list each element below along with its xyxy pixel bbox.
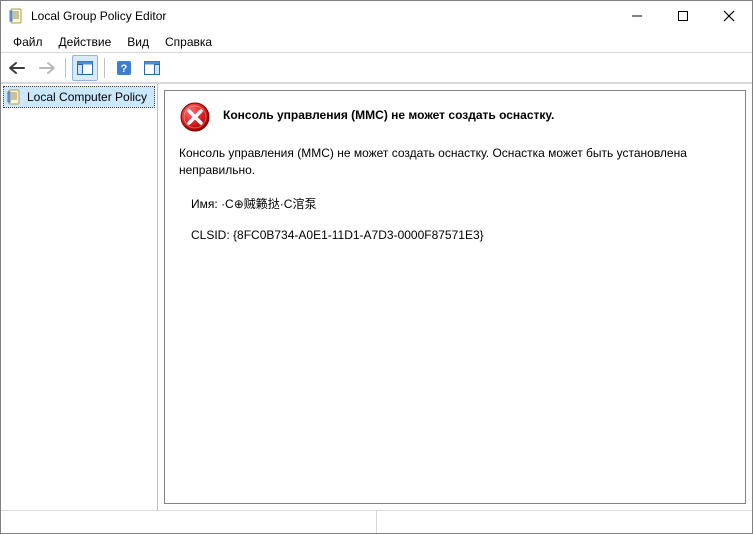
show-hide-action-pane-button[interactable] [139, 55, 165, 81]
error-name-row: Имя: ·С⊕贼籁挞·С涫泵 [191, 196, 731, 213]
app-icon [9, 8, 25, 24]
menubar: Файл Действие Вид Справка [1, 31, 752, 53]
close-button[interactable] [706, 1, 752, 31]
window-controls [614, 1, 752, 31]
menu-view[interactable]: Вид [119, 33, 157, 51]
error-name-value: ·С⊕贼籁挞·С涫泵 [221, 197, 316, 211]
error-panel: Консоль управления (MMC) не может создат… [164, 90, 746, 504]
menu-help[interactable]: Справка [157, 33, 220, 51]
content-area: Local Computer Policy [1, 83, 752, 510]
error-header: Консоль управления (MMC) не может создат… [179, 101, 731, 133]
tree-item-label: Local Computer Policy [27, 90, 147, 104]
error-icon [179, 101, 211, 133]
window-title: Local Group Policy Editor [31, 9, 614, 23]
error-clsid-value: {8FC0B734-A0E1-11D1-A7D3-0000F87571E3} [233, 228, 484, 242]
error-title: Консоль управления (MMC) не может создат… [223, 107, 554, 124]
error-clsid-label: CLSID: [191, 228, 230, 242]
maximize-button[interactable] [660, 1, 706, 31]
svg-text:?: ? [121, 63, 128, 75]
statusbar-cell [1, 511, 377, 533]
statusbar [1, 510, 752, 533]
minimize-button[interactable] [614, 1, 660, 31]
statusbar-cell [377, 511, 752, 533]
titlebar: Local Group Policy Editor [1, 1, 752, 31]
show-hide-tree-button[interactable] [72, 55, 98, 81]
detail-pane: Консоль управления (MMC) не может создат… [158, 84, 752, 510]
policy-icon [7, 89, 23, 105]
toolbar-separator [104, 58, 105, 78]
back-button[interactable] [5, 55, 31, 81]
error-clsid-row: CLSID: {8FC0B734-A0E1-11D1-A7D3-0000F875… [191, 227, 731, 244]
toolbar: ? [1, 53, 752, 83]
error-name-label: Имя: [191, 197, 218, 211]
help-button[interactable]: ? [111, 55, 137, 81]
window-root: Local Group Policy Editor Файл Действие … [0, 0, 753, 534]
menu-action[interactable]: Действие [51, 33, 120, 51]
menu-file[interactable]: Файл [5, 33, 51, 51]
tree-item-local-computer-policy[interactable]: Local Computer Policy [3, 86, 155, 108]
error-body: Консоль управления (MMC) не может создат… [179, 145, 731, 180]
tree-pane: Local Computer Policy [1, 84, 158, 510]
toolbar-separator [65, 58, 66, 78]
forward-button[interactable] [33, 55, 59, 81]
